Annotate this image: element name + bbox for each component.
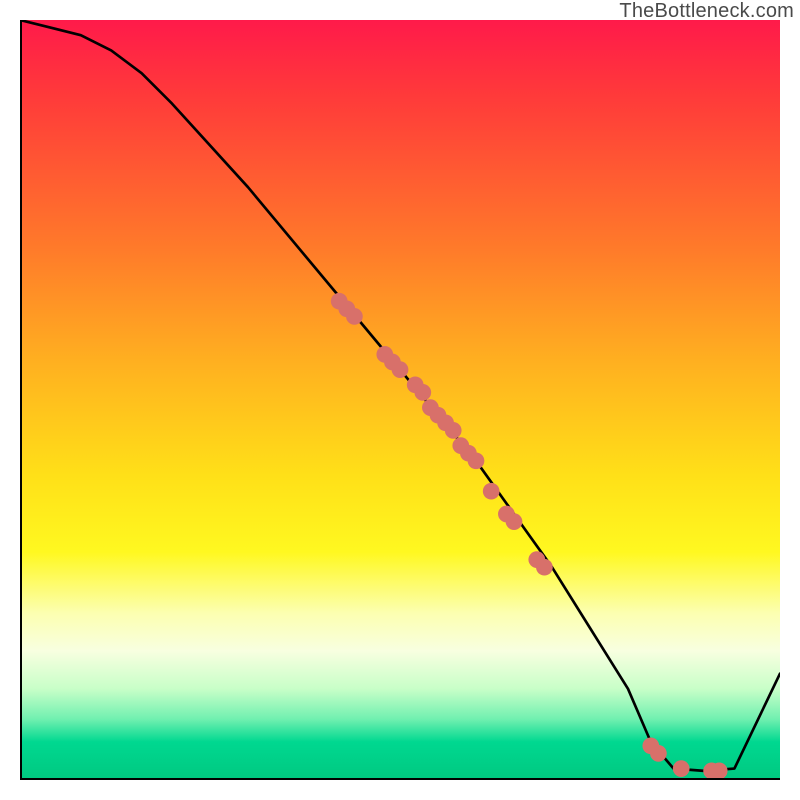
plot-area [20,20,780,780]
heat-gradient-background [20,20,780,780]
chart-container: TheBottleneck.com [0,0,800,800]
